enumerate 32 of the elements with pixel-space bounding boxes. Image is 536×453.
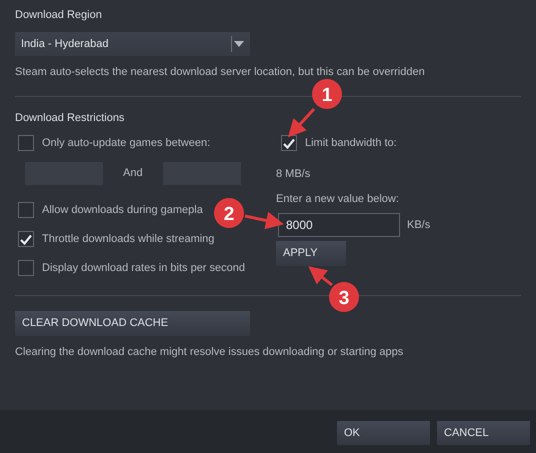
bandwidth-field[interactable]: 8000 bbox=[278, 213, 400, 237]
apply-button[interactable]: APPLY bbox=[276, 241, 346, 266]
and-label: And bbox=[123, 166, 143, 182]
checkbox-label: Display download rates in bits per second bbox=[42, 260, 246, 276]
section-heading: Download Region bbox=[15, 8, 102, 23]
caret-icon bbox=[234, 41, 244, 47]
checkbox[interactable] bbox=[18, 231, 34, 247]
section-heading: Download Restrictions bbox=[15, 111, 124, 126]
checkbox-label: Allow downloads during gamepla bbox=[42, 202, 203, 218]
cancel-button[interactable]: CANCEL bbox=[437, 421, 530, 445]
clear-cache-button[interactable]: CLEAR DOWNLOAD CACHE bbox=[15, 311, 250, 336]
unit-label: KB/s bbox=[407, 218, 430, 233]
checkbox-label: Limit bandwidth to: bbox=[305, 136, 397, 151]
callout-marker: 3 bbox=[329, 282, 359, 312]
dropdown-value: India - Hyderabad bbox=[21, 36, 108, 52]
bandwidth-reading: 8 MB/s bbox=[276, 167, 312, 182]
arrow bbox=[308, 266, 333, 286]
arrow bbox=[288, 108, 316, 138]
checkbox[interactable] bbox=[281, 135, 297, 151]
help-text: Clearing the download cache might resolve issues downloading or starting apps bbox=[15, 345, 404, 360]
help-text: Steam auto-selects the nearest download server location, but this can be overridden bbox=[15, 65, 426, 80]
checkbox-label: Only auto-update games between: bbox=[42, 136, 210, 151]
checkbox[interactable] bbox=[18, 135, 34, 151]
ok-button[interactable]: OK bbox=[337, 421, 430, 445]
arrow bbox=[244, 212, 284, 230]
region-dropdown[interactable]: India - Hyderabad bbox=[15, 32, 250, 56]
callout-marker: 2 bbox=[214, 198, 244, 228]
checkbox[interactable] bbox=[18, 260, 34, 276]
checkbox[interactable] bbox=[18, 202, 34, 218]
prompt-text: Enter a new value below: bbox=[276, 192, 400, 207]
callout-marker: 1 bbox=[312, 79, 342, 109]
checkbox-label: Throttle downloads while streaming bbox=[42, 232, 214, 247]
